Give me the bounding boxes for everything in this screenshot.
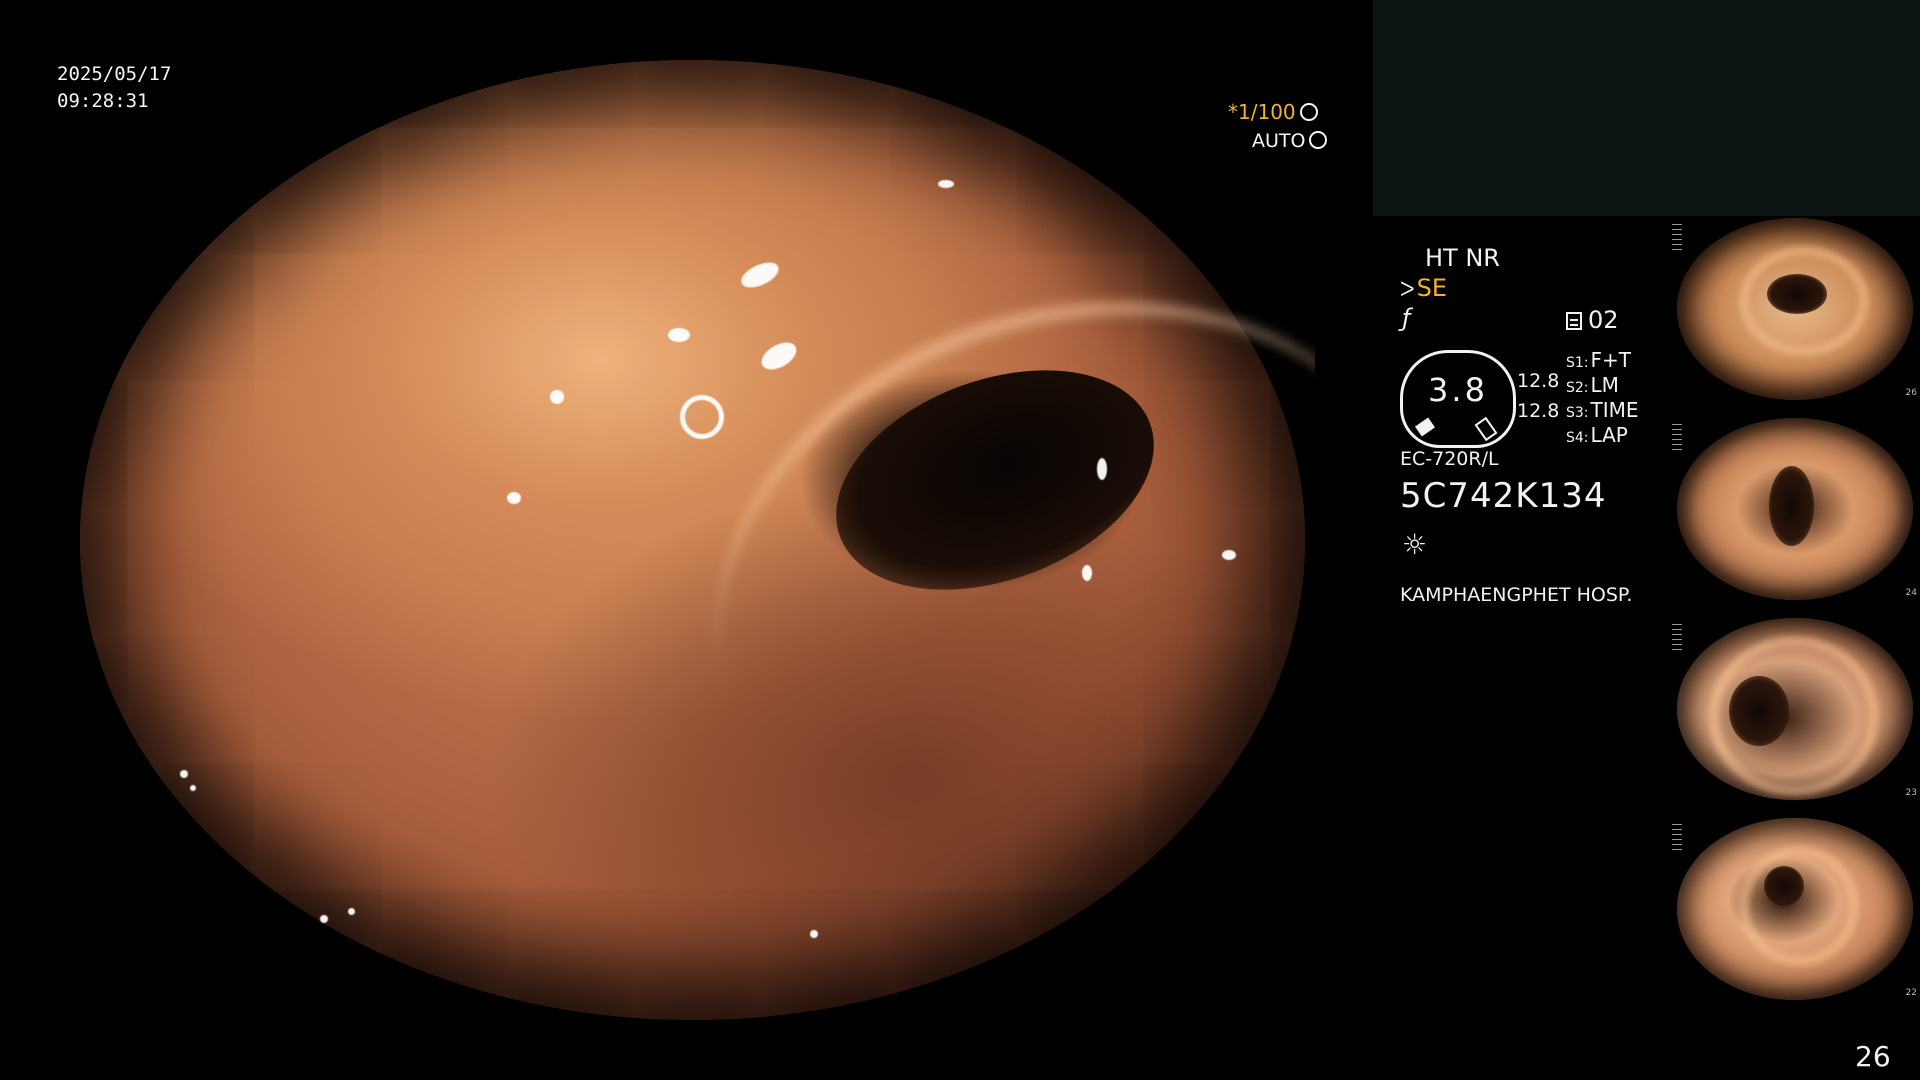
se-label: SE: [1416, 274, 1447, 302]
thumbnail-lumen: [1769, 466, 1814, 546]
light-reflection: [507, 492, 521, 504]
light-reflection: [938, 180, 954, 188]
shutter-icon: [1299, 103, 1318, 121]
switch-label: F+T: [1590, 348, 1631, 372]
f-icon: ƒ: [1402, 304, 1411, 332]
ht-nr-mode: HT NR: [1425, 244, 1500, 272]
light-reflection: [180, 770, 188, 778]
iris-mode-value: AUTO: [1252, 130, 1306, 152]
light-reflection: [1097, 458, 1107, 480]
switch-1: S1: F+T: [1566, 348, 1631, 372]
exam-date: 2025/05/17: [57, 63, 172, 85]
endoscope-main-view: [70, 60, 1315, 1020]
thumbnail-3[interactable]: 23: [1669, 616, 1920, 802]
thumbnail-4[interactable]: 22: [1669, 816, 1920, 1002]
thumbnail-meta: [1672, 824, 1682, 854]
record-counter: 02: [1566, 306, 1619, 334]
thumbnail-lumen: [1729, 676, 1789, 746]
scope-model: EC-720R/L: [1400, 448, 1499, 470]
light-reflection: [550, 390, 564, 404]
switch-key: S1:: [1566, 355, 1589, 371]
enhancement-icon: ᐳ: [1400, 277, 1415, 301]
switch-4: S4: LAP: [1566, 423, 1628, 447]
value-1: 12.8: [1517, 370, 1560, 392]
switch-3: S3: TIME: [1566, 398, 1639, 422]
thumbnail-number: 23: [1905, 788, 1917, 798]
scope-serial: 5C742K134: [1400, 476, 1607, 516]
switch-label: LAP: [1590, 423, 1628, 447]
pen-outline-icon: [1474, 416, 1498, 442]
structure-enhancement: ᐳSE: [1400, 274, 1447, 302]
light-icon: ☼: [1402, 528, 1428, 561]
thumbnail-number: 22: [1905, 988, 1917, 998]
light-reflection: [1082, 565, 1092, 581]
page-number: 26: [1855, 1040, 1891, 1073]
record-count: 02: [1588, 306, 1619, 334]
thumbnail-1[interactable]: 26: [1669, 216, 1920, 402]
iris-icon: [1309, 131, 1328, 149]
shutter-speed: *1/100: [1228, 100, 1318, 124]
thumbnail-meta: [1672, 424, 1682, 454]
gauge-display: 3.8: [1400, 350, 1516, 448]
record-icon: [1566, 312, 1582, 330]
thumbnail-number: 24: [1905, 588, 1917, 598]
pen-icon: [1415, 417, 1435, 437]
iris-mode: AUTO: [1252, 129, 1328, 153]
hospital-name: KAMPHAENGPHET HOSP.: [1400, 584, 1633, 606]
switch-label: LM: [1590, 373, 1619, 397]
thumbnail-meta: [1672, 224, 1682, 254]
thumbnail-meta: [1672, 624, 1682, 654]
switch-key: S2:: [1566, 380, 1589, 396]
light-reflection: [668, 328, 690, 342]
exam-time: 09:28:31: [57, 90, 149, 112]
gauge-value: 3.8: [1428, 371, 1488, 409]
switch-label: TIME: [1590, 398, 1639, 422]
switch-2: S2: LM: [1566, 373, 1619, 397]
light-reflection: [810, 930, 818, 938]
thumbnail-fold: [1739, 846, 1859, 966]
thumbnail-lumen: [1767, 274, 1827, 314]
light-reflection: [680, 395, 724, 439]
value-2: 12.8: [1517, 400, 1560, 422]
light-reflection: [1222, 550, 1236, 560]
shutter-speed-value: *1/100: [1228, 100, 1296, 124]
thumbnail-lumen: [1764, 866, 1804, 906]
switch-key: S3:: [1566, 405, 1589, 421]
switch-key: S4:: [1566, 430, 1589, 446]
light-reflection: [348, 908, 355, 915]
light-reflection: [320, 915, 328, 923]
thumbnail-2[interactable]: 24: [1669, 416, 1920, 602]
preview-area: [1373, 0, 1920, 216]
light-reflection: [190, 785, 196, 791]
thumbnail-number: 26: [1905, 388, 1917, 398]
